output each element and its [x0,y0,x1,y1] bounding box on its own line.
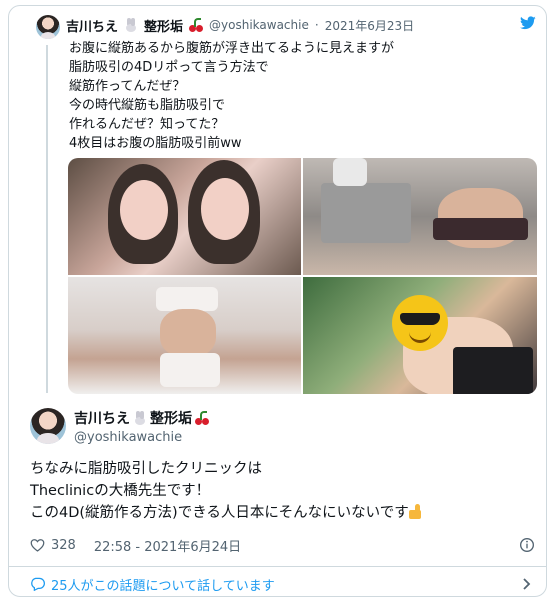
author-avatar[interactable] [30,408,66,444]
author-block: 吉川ちえ 整形垢 @yoshikawachie [74,408,209,445]
quoted-line: 作れるんだぜ？知ってた？ [69,117,225,132]
tweet-line-3: この4D(縦筋作る方法)できる人日本にそんなにいないです [30,502,530,524]
rabbit-emoji-icon [124,18,138,32]
heart-icon[interactable] [30,538,45,552]
thumbs-up-emoji-icon [408,503,425,519]
photo-3[interactable] [68,277,301,394]
author-handle[interactable]: @yoshikawachie [74,430,209,445]
cherry-emoji-icon [189,18,204,32]
tweet-text: ちなみに脂肪吸引したクリニックは Theclinicの大橋先生です！ この4D(… [30,458,530,524]
quoted-avatar[interactable] [36,15,60,39]
media-grid [68,158,537,394]
photo-1[interactable] [68,158,301,275]
chevron-right-icon[interactable] [522,578,532,590]
quoted-line: 縦筋作ってんだぜ？ [69,79,186,94]
author-name-row[interactable]: 吉川ちえ 整形垢 [74,408,209,428]
conversation-link[interactable]: 25人がこの話題について話しています [30,575,275,594]
like-count[interactable]: 328 [51,538,76,553]
quoted-line: 4枚目はお腹の脂肪吸引前ww [69,136,242,151]
tweet-timestamp[interactable]: 22:58 - 2021年6月24日 [94,536,241,555]
quoted-line: 今の時代縦筋も脂肪吸引で [69,98,226,113]
author-name[interactable]: 吉川ちえ [74,408,130,428]
quoted-date[interactable]: 2021年6月23日 [325,17,414,34]
sunglasses-emoji-icon [392,295,448,351]
tweet-line: ちなみに脂肪吸引したクリニックは [30,461,262,477]
quoted-separator: · [314,18,319,32]
rabbit-emoji-icon [133,411,147,425]
twitter-bird-icon[interactable] [520,16,536,30]
photo-4[interactable] [303,277,537,394]
tweet-line: この4D(縦筋作る方法)できる人日本にそんなにいないです [30,505,409,521]
quoted-author-name[interactable]: 吉川ちえ [66,16,118,35]
speech-bubble-icon [31,577,45,591]
thread-line [46,45,48,393]
quoted-line: お腹に縦筋あるから腹筋が浮き出てるように見えますが [69,41,395,56]
tweet-line: Theclinicの大橋先生です！ [30,483,211,499]
quoted-line: 脂肪吸引の4Dリポって言う方法で [69,60,269,75]
author-badge-text[interactable]: 整形垢 [150,408,192,428]
conversation-text[interactable]: 25人がこの話題について話しています [51,575,275,594]
quoted-badge-text[interactable]: 整形垢 [144,16,183,35]
quoted-header: 吉川ちえ 整形垢 @yoshikawachie · 2021年6月23日 [66,15,414,35]
tweet-meta: 328 22:58 - 2021年6月24日 [30,536,241,555]
quoted-handle[interactable]: @yoshikawachie [209,18,309,32]
info-icon[interactable] [519,537,535,553]
photo-2[interactable] [303,158,537,275]
quoted-text: お腹に縦筋あるから腹筋が浮き出てるように見えますが 脂肪吸引の4Dリポって言う方… [69,39,529,153]
cherry-emoji-icon [195,411,209,425]
divider [9,566,546,567]
